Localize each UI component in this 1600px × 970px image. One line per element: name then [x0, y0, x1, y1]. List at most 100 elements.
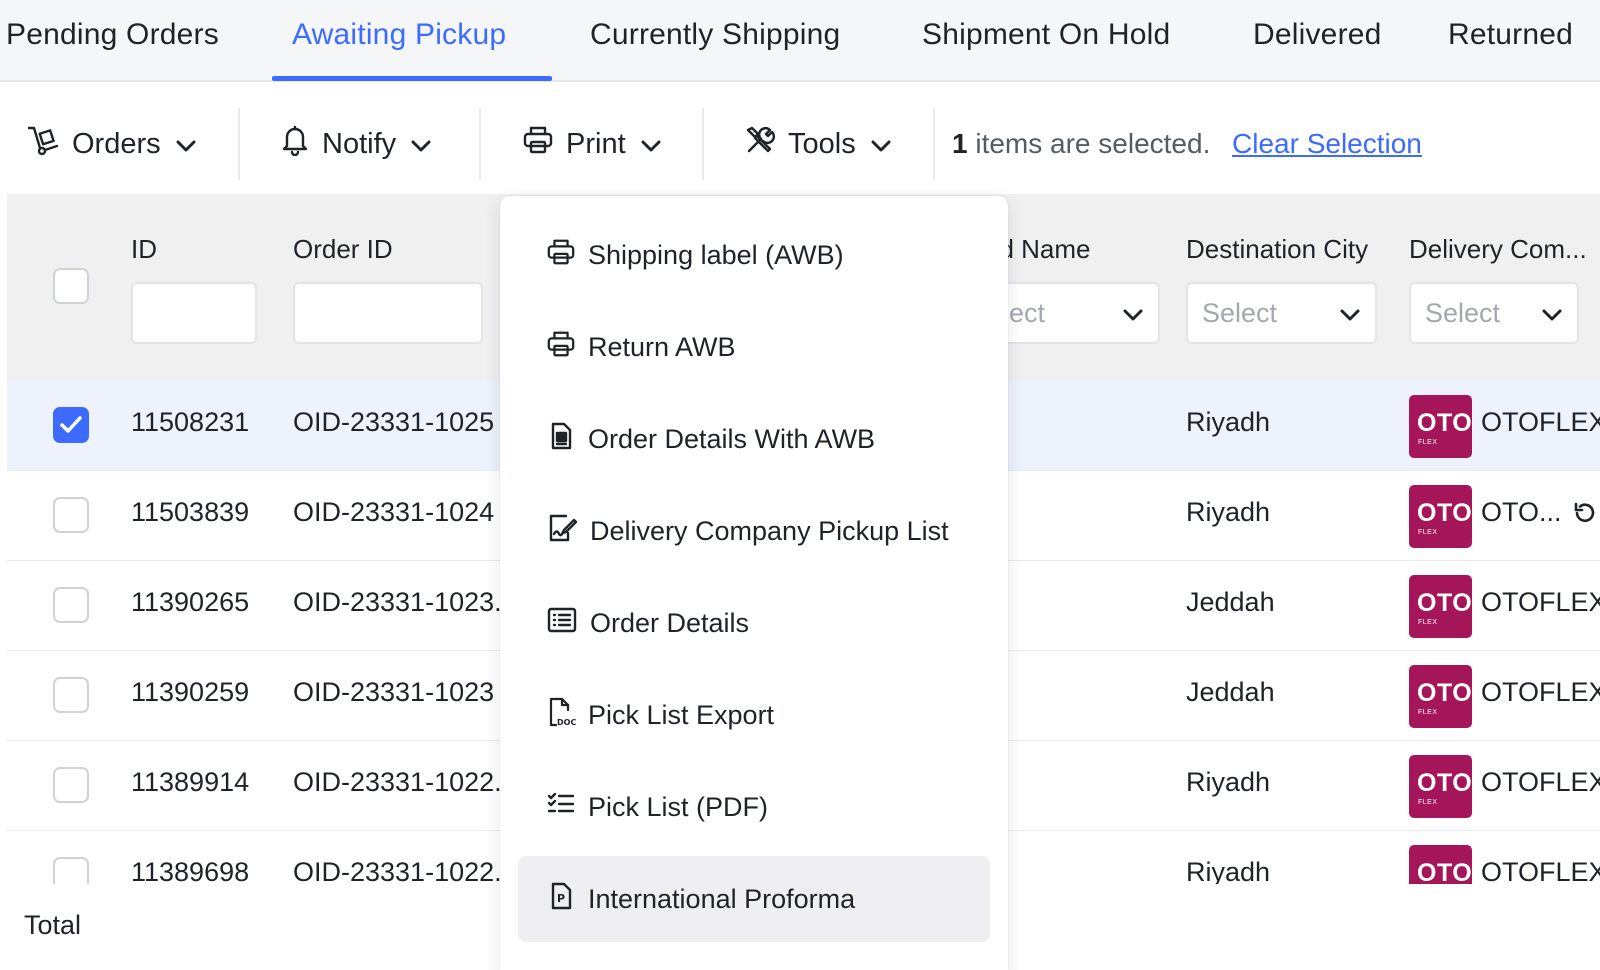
tools-menu-button[interactable]: Tools — [744, 124, 892, 164]
tab-awaiting-pickup[interactable]: Awaiting Pickup — [292, 18, 506, 52]
row-destination-city: Jeddah — [1186, 677, 1275, 707]
company-select-placeholder: Select — [1425, 297, 1501, 328]
menu-item-delivery-company-pickup-list[interactable]: Delivery Company Pickup List — [518, 488, 990, 574]
column-header-destination-city: Destination City — [1186, 234, 1369, 264]
row-checkbox[interactable] — [53, 677, 89, 713]
tab-currently-shipping[interactable]: Currently Shipping — [590, 18, 840, 52]
row-id: 11390265 — [131, 587, 250, 617]
row-delivery-company: OTOFLEX — [1481, 587, 1600, 617]
menu-item-label: Return AWB — [588, 331, 736, 362]
menu-item-pick-list-pdf[interactable]: Pick List (PDF) — [518, 764, 990, 850]
menu-item-order-details[interactable]: Order Details — [518, 580, 990, 666]
row-destination-city: Riyadh — [1186, 407, 1271, 437]
row-destination-city: Riyadh — [1186, 857, 1271, 884]
printer-icon — [546, 329, 588, 366]
menu-item-order-details-with-awb[interactable]: Order Details With AWB — [518, 396, 990, 482]
otoflex-logo: OTOFLEX — [1409, 395, 1472, 458]
row-delivery-company: OTO... — [1481, 497, 1562, 527]
otoflex-logo: OTOFLEX — [1409, 485, 1472, 548]
notify-label: Notify — [322, 127, 397, 160]
signature-document-icon — [546, 513, 590, 550]
row-order-id: OID-23331-1025 — [293, 407, 495, 437]
bell-icon — [280, 124, 310, 164]
tab-pending-orders[interactable]: Pending Orders — [6, 18, 219, 52]
row-delivery-company: OTOFLEX — [1481, 677, 1600, 707]
row-checkbox[interactable] — [53, 587, 89, 623]
menu-item-label: Pick List (PDF) — [588, 791, 769, 822]
row-delivery-company: OTOFLEX — [1481, 857, 1600, 884]
destination-city-filter-select[interactable]: Select — [1186, 282, 1377, 344]
print-dropdown-menu: Shipping label (AWB) Return AWB Order De… — [500, 196, 1008, 970]
id-filter-input[interactable] — [131, 282, 257, 344]
chevron-down-icon — [640, 128, 662, 161]
chevron-down-icon — [1122, 298, 1144, 329]
menu-item-label: International Proforma — [588, 883, 856, 914]
total-label: Total — [24, 910, 82, 940]
menu-item-pick-list-export[interactable]: DOC Pick List Export — [518, 672, 990, 758]
menu-item-label: Order Details — [590, 607, 750, 638]
active-tab-indicator — [272, 76, 552, 81]
menu-item-return-awb[interactable]: Return AWB — [518, 304, 990, 390]
tools-icon — [744, 124, 776, 164]
row-order-id: OID-23331-1023 — [293, 677, 495, 707]
tab-delivered[interactable]: Delivered — [1253, 18, 1382, 52]
clear-selection-link[interactable]: Clear Selection — [1232, 128, 1422, 160]
status-tabs: Pending Orders Awaiting Pickup Currently… — [0, 0, 1600, 82]
select-all-checkbox[interactable] — [53, 268, 89, 304]
chevron-down-icon — [1339, 298, 1361, 329]
menu-item-international-proforma[interactable]: P International Proforma — [518, 856, 990, 942]
printer-icon — [546, 237, 588, 274]
tools-label: Tools — [788, 127, 856, 160]
menu-item-label: Pick List Export — [588, 699, 775, 730]
checklist-icon — [546, 789, 588, 826]
printer-icon — [522, 124, 554, 164]
toolbar-divider — [702, 108, 704, 180]
tab-shipment-on-hold[interactable]: Shipment On Hold — [922, 18, 1170, 52]
row-checkbox[interactable] — [53, 497, 89, 533]
row-id: 11389698 — [131, 857, 250, 884]
otoflex-logo: OTOFLEX — [1409, 845, 1472, 884]
menu-item-label: Shipping label (AWB) — [588, 239, 844, 270]
row-id: 11389914 — [131, 767, 250, 797]
city-select-placeholder: Select — [1202, 297, 1278, 328]
refresh-icon[interactable] — [1572, 501, 1596, 530]
delivery-company-filter-select[interactable]: Select — [1409, 282, 1579, 344]
row-id: 11390259 — [131, 677, 250, 707]
checkmark-icon — [60, 416, 82, 433]
column-header-order-id: Order ID — [293, 234, 393, 264]
proforma-document-icon: P — [546, 881, 588, 918]
row-checkbox[interactable] — [53, 407, 89, 443]
menu-item-label: Order Details With AWB — [588, 423, 876, 454]
orders-label: Orders — [72, 127, 161, 160]
menu-item-label: Delivery Company Pickup List — [590, 515, 949, 546]
order-id-filter-input[interactable] — [293, 282, 483, 344]
row-order-id: OID-23331-1022... — [293, 767, 517, 797]
column-header-id: ID — [131, 234, 157, 264]
row-destination-city: Jeddah — [1186, 587, 1275, 617]
svg-text:P: P — [557, 892, 565, 905]
notify-menu-button[interactable]: Notify — [280, 124, 432, 164]
list-box-icon — [546, 605, 590, 642]
toolbar-divider — [238, 108, 240, 180]
menu-item-shipping-label[interactable]: Shipping label (AWB) — [518, 212, 990, 298]
selection-count: 1 — [952, 128, 968, 159]
column-header-delivery-company: Delivery Com... — [1409, 234, 1587, 264]
row-order-id: OID-23331-1022... — [293, 857, 517, 884]
print-menu-button[interactable]: Print — [522, 124, 662, 164]
row-checkbox[interactable] — [53, 767, 89, 803]
tab-returned[interactable]: Returned — [1448, 18, 1573, 52]
selection-text: items are selected. — [967, 128, 1211, 159]
otoflex-logo: OTOFLEX — [1409, 665, 1472, 728]
row-id: 11508231 — [131, 407, 250, 437]
row-destination-city: Riyadh — [1186, 767, 1271, 797]
doc-file-icon: DOC — [546, 696, 588, 735]
toolbar-divider — [933, 108, 935, 180]
row-checkbox[interactable] — [53, 857, 89, 884]
chevron-down-icon — [410, 128, 432, 161]
toolbar-divider — [479, 108, 481, 180]
row-order-id: OID-23331-1024 — [293, 497, 495, 527]
orders-menu-button[interactable]: Orders — [26, 124, 197, 164]
hand-truck-icon — [26, 123, 60, 165]
row-delivery-company: OTOFLEX — [1481, 407, 1600, 437]
svg-text:DOC: DOC — [557, 718, 576, 727]
